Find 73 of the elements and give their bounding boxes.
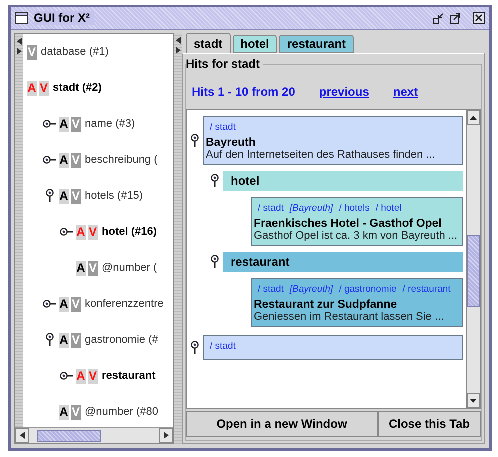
maximize-icon[interactable] (450, 12, 461, 24)
window-title: GUI for X² (34, 11, 94, 25)
tab[interactable]: stadt (186, 33, 231, 53)
path-segment[interactable]: / stadt (258, 284, 284, 295)
result-card[interactable]: / stadt (203, 335, 463, 360)
restore-icon[interactable] (433, 12, 444, 24)
pin-icon[interactable] (211, 174, 219, 188)
pin-icon[interactable] (191, 134, 199, 148)
pagination-link[interactable]: previous (319, 85, 370, 99)
pin-icon[interactable] (42, 300, 56, 308)
scroll-right-icon[interactable] (164, 432, 168, 439)
a-badge[interactable]: A (59, 116, 69, 132)
tree-node-label[interactable]: gastronomie (# (85, 334, 158, 346)
pin-icon[interactable] (46, 189, 54, 203)
result-card[interactable]: / stadt [Bayreuth] / hotels / hotel Fraenkisches Hotel - Gasthof Opel Gasthof Opel ist ca. 3 km von Bayreuth ... (251, 197, 463, 246)
result-title: Bayreuth (206, 137, 257, 149)
result-snippet: Gasthof Opel ist ca. 3 km von Bayreuth ... (254, 230, 459, 242)
horizontal-scrollbar[interactable] (15, 427, 173, 443)
path-segment[interactable]: / hotels (339, 203, 370, 214)
result-title: Fraenkisches Hotel - Gasthof Opel (254, 218, 443, 230)
scrollbar-thumb[interactable] (37, 430, 101, 442)
path-segment[interactable]: / stadt (210, 122, 236, 133)
tree-node-label[interactable]: database (#1) (41, 46, 109, 58)
a-badge[interactable]: A (59, 404, 69, 420)
scroll-down-icon[interactable] (470, 398, 477, 402)
tree-node-label[interactable]: restaurant (102, 370, 156, 382)
result-card[interactable]: / stadt [Bayreuth] / gastronomie / restaurant Restaurant zur Sudpfanne Geniessen im Restaurant lassen Sie ... (251, 278, 463, 327)
tree-node-label[interactable]: konferenzzentre (85, 298, 164, 310)
a-badge[interactable]: A (59, 152, 69, 168)
a-badge[interactable]: A (59, 296, 69, 312)
pin-icon[interactable] (191, 340, 199, 354)
action-button[interactable]: Close this Tab (378, 411, 481, 437)
scroll-up-icon[interactable] (470, 116, 477, 120)
tree-node-label[interactable]: @number ( (102, 262, 158, 274)
scroll-left-icon[interactable] (20, 432, 24, 439)
tree-node-label[interactable]: beschreibung ( (85, 154, 158, 166)
group-title: Hits for stadt (186, 57, 264, 71)
tree-node-label[interactable]: stadt (#2) (53, 82, 102, 94)
pin-icon[interactable] (60, 372, 74, 380)
path-reference[interactable]: [Bayreuth] (290, 284, 334, 295)
close-icon[interactable] (473, 12, 485, 24)
path-segment[interactable]: / hotel (376, 203, 402, 214)
path-segment[interactable]: / gastronomie (339, 284, 397, 295)
a-badge[interactable]: A (76, 260, 86, 276)
tree-node-label[interactable]: @number (#80 (85, 406, 159, 418)
result-snippet: Auf den Internetseiten des Rathauses finden ... (206, 149, 436, 161)
a-badge[interactable]: A (59, 188, 69, 204)
path-segment[interactable]: / stadt (258, 203, 284, 214)
scrollbar-thumb[interactable] (467, 235, 480, 307)
a-badge[interactable]: A (59, 332, 69, 348)
path-segment[interactable]: / stadt (210, 341, 236, 352)
section-header[interactable]: restaurant (223, 252, 463, 272)
pin-icon[interactable] (46, 333, 54, 347)
tree-node-label[interactable]: hotels (#15) (85, 190, 144, 202)
result-title: Restaurant zur Sudpfanne (254, 299, 398, 311)
section-header[interactable]: hotel (223, 171, 463, 191)
path-segment[interactable]: / restaurant (402, 284, 451, 295)
window-icon (15, 12, 28, 24)
pin-icon[interactable] (42, 156, 56, 164)
action-button[interactable]: Open in a new Window (186, 411, 378, 437)
result-snippet: Geniessen im Restaurant lassen Sie ... (254, 311, 446, 323)
tree-node-label[interactable]: hotel (#16) (102, 226, 158, 238)
pin-icon[interactable] (60, 228, 74, 236)
vertical-scrollbar[interactable] (466, 110, 480, 408)
path-reference[interactable]: [Bayreuth] (290, 203, 334, 214)
result-card[interactable]: / stadt Bayreuth Auf den Internetseiten des Rathauses finden ... (203, 116, 463, 165)
tree-node-label[interactable]: name (#3) (85, 118, 136, 130)
tab[interactable]: restaurant (279, 35, 354, 53)
hits-count: Hits 1 - 10 from 20 (192, 85, 296, 99)
pin-icon[interactable] (211, 255, 219, 269)
pin-icon[interactable] (42, 120, 56, 128)
pagination-link[interactable]: next (393, 85, 418, 99)
tab[interactable]: hotel (232, 35, 278, 53)
